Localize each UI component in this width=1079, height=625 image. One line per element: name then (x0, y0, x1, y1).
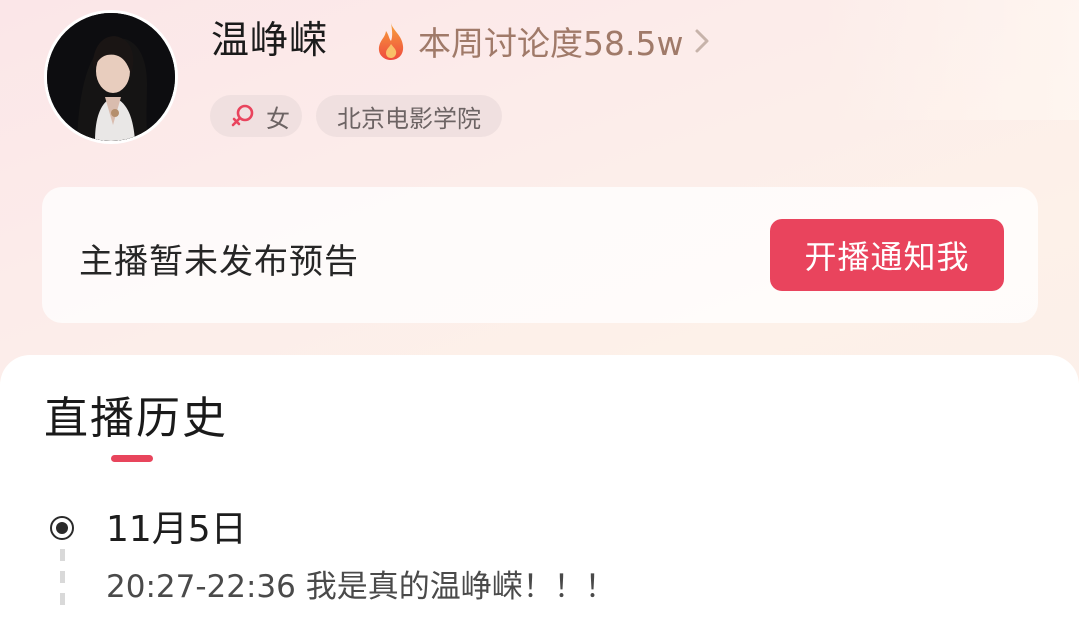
avatar-image (47, 13, 175, 141)
female-symbol-icon (231, 104, 254, 127)
avatar[interactable] (44, 10, 178, 144)
fire-icon (378, 23, 404, 60)
gender-label: 女 (266, 104, 290, 133)
chevron-right-icon (695, 29, 709, 53)
history-entry-detail[interactable]: 20:27-22:36 我是真的温峥嵘！！！ (106, 567, 616, 607)
timeline-connector (60, 549, 65, 609)
school-tag: 北京电影学院 (316, 95, 502, 137)
timeline-dot-icon (50, 516, 74, 540)
school-label: 北京电影学院 (337, 104, 481, 133)
live-notice-card: 主播暂未发布预告 开播通知我 (42, 187, 1038, 323)
notify-me-button[interactable]: 开播通知我 (770, 219, 1004, 291)
live-history-title: 直播历史 (44, 393, 228, 444)
no-schedule-text: 主播暂未发布预告 (79, 242, 359, 282)
gender-tag: 女 (210, 95, 302, 137)
weekly-heat-link[interactable]: 本周讨论度58.5w (374, 18, 713, 64)
history-entry-date[interactable]: 11月5日 (106, 508, 247, 552)
weekly-heat-label: 本周讨论度58.5w (418, 24, 684, 63)
header-background-glow (819, 0, 1079, 120)
live-history-panel: 直播历史 11月5日 20:27-22:36 我是真的温峥嵘！！！ (0, 355, 1079, 625)
title-underline-indicator (111, 455, 153, 462)
streamer-name: 温峥嵘 (211, 18, 329, 62)
